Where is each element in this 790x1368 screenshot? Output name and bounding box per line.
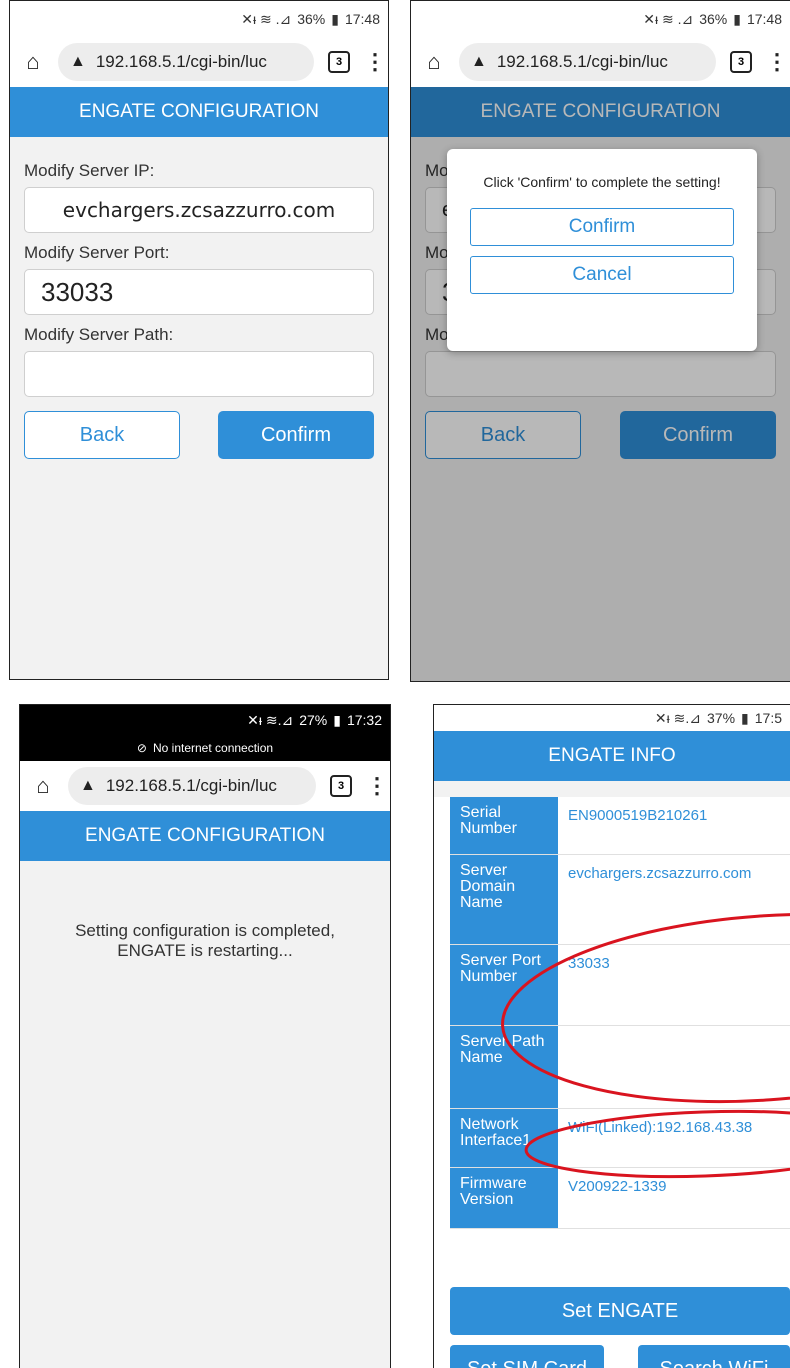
phone-engate-info: ✕ᵻ ≋.⊿ 37% ▮ 17:5 ENGATE INFO Serial Num… <box>433 704 790 1368</box>
address-bar[interactable]: ▲ 192.168.5.1/cgi-bin/luc <box>68 767 316 805</box>
info-row: Server Domain Name evchargers.zcsazzurro… <box>450 855 790 945</box>
status-bar: ✕ᵻ ≋ .⊿ 36% ▮ 17:48 <box>10 1 388 37</box>
dialog-message: Click 'Confirm' to complete the setting! <box>483 174 721 190</box>
info-key: Server Domain Name <box>450 855 558 944</box>
page-area: ENGATE CONFIGURATION Modify Server IP: e… <box>411 87 790 681</box>
cloud-off-icon: ⊘ <box>136 741 147 755</box>
connection-notice-text: No internet connection <box>152 741 274 755</box>
signal-icon: ✕ᵻ ≋.⊿ <box>247 711 294 728</box>
warning-icon: ▲ <box>80 777 96 794</box>
address-bar[interactable]: ▲ 192.168.5.1/cgi-bin/luc <box>459 43 716 81</box>
search-wifi-button[interactable]: Search WiFi <box>638 1345 790 1368</box>
set-sim-card-button[interactable]: Set SIM Card <box>450 1345 604 1368</box>
url-text: 192.168.5.1/cgi-bin/luc <box>496 52 668 71</box>
info-key: Server Path Name <box>450 1026 558 1108</box>
tabs-icon[interactable]: 3 <box>330 775 352 797</box>
browser-toolbar: ⌂ ▲ 192.168.5.1/cgi-bin/luc 3 ⋮ <box>411 37 790 87</box>
confirm-dialog: Click 'Confirm' to complete the setting!… <box>447 149 757 351</box>
info-key: Firmware Version <box>450 1168 558 1228</box>
connection-notice: ⊘ No internet connection <box>20 735 390 761</box>
info-row: Serial Number EN9000519B210261 <box>450 797 790 855</box>
address-bar[interactable]: ▲ 192.168.5.1/cgi-bin/luc <box>58 43 314 81</box>
info-table: Serial Number EN9000519B210261 Server Do… <box>450 797 790 1229</box>
server-port-input[interactable]: 33033 <box>24 269 374 315</box>
signal-icon: ✕ᵻ ≋ .⊿ <box>241 10 292 27</box>
tabs-icon[interactable]: 3 <box>730 51 752 73</box>
page-title: ENGATE CONFIGURATION <box>10 87 388 137</box>
browser-toolbar: ⌂ ▲ 192.168.5.1/cgi-bin/luc 3 ⋮ <box>20 761 390 811</box>
port-label: Modify Server Port: <box>24 243 170 262</box>
clock: 17:48 <box>746 11 782 27</box>
completion-line-2: ENGATE is restarting... <box>117 941 293 961</box>
url-text: 192.168.5.1/cgi-bin/luc <box>105 776 277 795</box>
status-bar: ✕ᵻ ≋ .⊿ 36% ▮ 17:48 <box>411 1 790 37</box>
server-path-input[interactable] <box>24 351 374 397</box>
battery-icon: ▮ <box>331 10 339 27</box>
completion-message: Setting configuration is completed, ENGA… <box>20 921 390 962</box>
battery-icon: ▮ <box>733 10 741 27</box>
info-key: Server Port Number <box>450 945 558 1025</box>
info-page: Serial Number EN9000519B210261 Server Do… <box>434 797 790 1368</box>
home-icon[interactable]: ⌂ <box>423 49 445 75</box>
info-value: EN9000519B210261 <box>558 797 790 854</box>
tabs-icon[interactable]: 3 <box>328 51 350 73</box>
info-row: Firmware Version V200922-1339 <box>450 1168 790 1229</box>
info-key: Serial Number <box>450 797 558 854</box>
info-value: V200922-1339 <box>558 1168 790 1228</box>
warning-icon: ▲ <box>70 53 86 70</box>
page-title: ENGATE CONFIGURATION <box>20 811 390 861</box>
battery-icon: ▮ <box>333 711 341 728</box>
signal-icon: ✕ᵻ ≋ .⊿ <box>643 10 694 27</box>
info-value: evchargers.zcsazzurro.com <box>558 855 790 944</box>
info-row: Server Path Name <box>450 1026 790 1109</box>
page-title: ENGATE INFO <box>434 731 790 781</box>
completion-line-1: Setting configuration is completed, <box>75 921 335 940</box>
status-bar: ✕ᵻ ≋.⊿ 37% ▮ 17:5 <box>434 705 790 731</box>
home-icon[interactable]: ⌂ <box>32 773 54 799</box>
menu-icon[interactable]: ⋮ <box>366 773 388 799</box>
clock: 17:5 <box>754 710 782 726</box>
dialog-confirm-button[interactable]: Confirm <box>470 207 734 246</box>
battery-level: 27% <box>299 712 328 728</box>
config-form: Modify Server IP: evchargers.zcsazzurro.… <box>10 137 388 473</box>
info-key: Network Interface1 <box>450 1109 558 1167</box>
menu-icon[interactable]: ⋮ <box>364 49 386 75</box>
info-value: 33033 <box>558 945 790 1025</box>
phone-restarting: ✕ᵻ ≋.⊿ 27% ▮ 17:32 ⊘ No internet connect… <box>19 704 391 1368</box>
clock: 17:48 <box>344 11 380 27</box>
menu-icon[interactable]: ⋮ <box>766 49 788 75</box>
phone-config-form: ✕ᵻ ≋ .⊿ 36% ▮ 17:48 ⌂ ▲ 192.168.5.1/cgi-… <box>9 0 389 680</box>
dialog-cancel-button[interactable]: Cancel <box>470 255 734 294</box>
path-label: Modify Server Path: <box>24 325 174 344</box>
info-value: WiFi(Linked):192.168.43.38 <box>558 1109 790 1167</box>
battery-icon: ▮ <box>741 709 749 726</box>
browser-toolbar: ⌂ ▲ 192.168.5.1/cgi-bin/luc 3 ⋮ <box>10 37 388 87</box>
server-ip-input[interactable]: evchargers.zcsazzurro.com <box>24 187 374 233</box>
battery-level: 36% <box>699 11 728 27</box>
warning-icon: ▲ <box>471 53 487 70</box>
info-row: Network Interface1 WiFi(Linked):192.168.… <box>450 1109 790 1168</box>
info-value <box>558 1026 790 1108</box>
phone-confirm-dialog: ✕ᵻ ≋ .⊿ 36% ▮ 17:48 ⌂ ▲ 192.168.5.1/cgi-… <box>410 0 790 682</box>
set-engate-button[interactable]: Set ENGATE <box>450 1287 790 1335</box>
url-text: 192.168.5.1/cgi-bin/luc <box>95 52 267 71</box>
home-icon[interactable]: ⌂ <box>22 49 44 75</box>
ip-label: Modify Server IP: <box>24 161 155 180</box>
signal-icon: ✕ᵻ ≋.⊿ <box>654 709 701 726</box>
confirm-button[interactable]: Confirm <box>218 411 374 459</box>
status-bar: ✕ᵻ ≋.⊿ 27% ▮ 17:32 <box>20 705 390 735</box>
info-row: Server Port Number 33033 <box>450 945 790 1026</box>
battery-level: 36% <box>297 11 326 27</box>
battery-level: 37% <box>707 710 736 726</box>
back-button[interactable]: Back <box>24 411 180 459</box>
clock: 17:32 <box>346 712 382 728</box>
